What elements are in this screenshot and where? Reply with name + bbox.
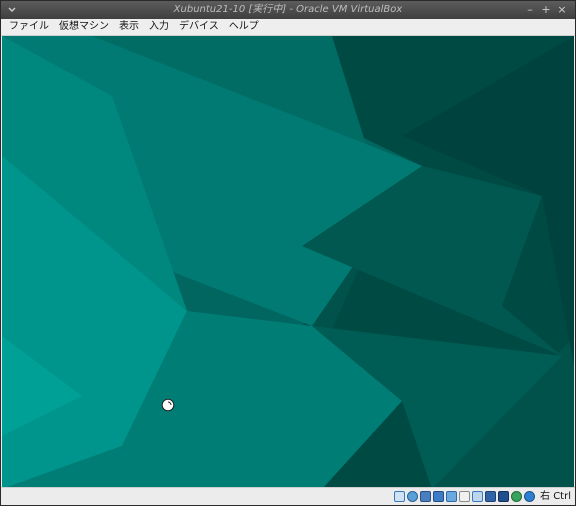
optical-drive-icon[interactable] <box>407 491 419 502</box>
display-icon[interactable] <box>472 491 484 502</box>
hard-disk-icon[interactable] <box>394 491 406 502</box>
wallpaper <box>2 36 574 489</box>
busy-cursor-icon <box>161 398 175 412</box>
host-key-label: 右 Ctrl <box>540 491 571 502</box>
status-bar: 右 Ctrl <box>1 487 575 505</box>
shared-folders-icon[interactable] <box>459 491 471 502</box>
recording-icon[interactable] <box>485 491 497 502</box>
network-icon[interactable] <box>433 491 445 502</box>
close-button[interactable]: × <box>555 1 569 19</box>
minimize-button[interactable]: – <box>523 1 537 19</box>
vm-display[interactable] <box>2 36 574 489</box>
menu-bar: ファイル 仮想マシン 表示 入力 デバイス ヘルプ <box>1 19 575 36</box>
menu-help[interactable]: ヘルプ <box>229 19 259 35</box>
menu-machine[interactable]: 仮想マシン <box>59 19 109 35</box>
cpu-icon[interactable] <box>498 491 510 502</box>
virtualbox-window: Xubuntu21-10 [実行中] - Oracle VM VirtualBo… <box>0 0 576 506</box>
keyboard-icon[interactable] <box>524 491 536 502</box>
window-title: Xubuntu21-10 [実行中] - Oracle VM VirtualBo… <box>173 4 403 15</box>
status-indicators: 右 Ctrl <box>392 489 571 504</box>
menu-devices[interactable]: デバイス <box>179 19 219 35</box>
mouse-integration-icon[interactable] <box>511 491 523 502</box>
usb-icon[interactable] <box>446 491 458 502</box>
menu-view[interactable]: 表示 <box>119 19 139 35</box>
menu-file[interactable]: ファイル <box>9 19 49 35</box>
title-bar[interactable]: Xubuntu21-10 [実行中] - Oracle VM VirtualBo… <box>1 1 575 19</box>
maximize-button[interactable]: + <box>539 1 553 19</box>
audio-icon[interactable] <box>420 491 432 502</box>
menu-input[interactable]: 入力 <box>149 19 169 35</box>
